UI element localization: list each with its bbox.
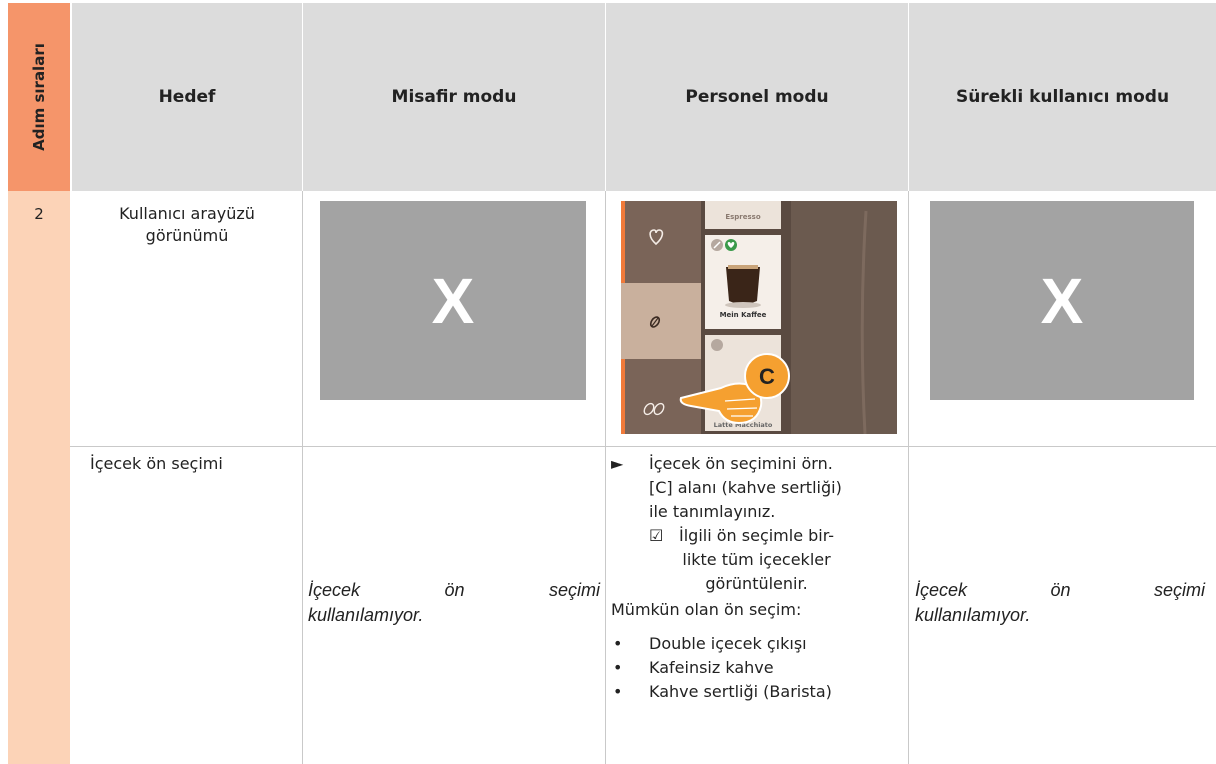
text-word: ön <box>444 580 465 600</box>
instruction-table-page: Adım sıraları 2 Hedef Misafir modu Perso… <box>0 0 1216 764</box>
checkbox-icon: ☑ <box>649 526 664 545</box>
text-line: İçecek ön seçimini örn. <box>649 454 833 473</box>
staff-instructions: ► İçecek ön seçimini örn. [C] alanı (kah… <box>611 452 906 704</box>
callout-letter: C <box>759 364 775 389</box>
text-word: İçecek <box>308 580 361 600</box>
target-ui-view: Kullanıcı arayüzü görünümü <box>72 203 302 247</box>
text-line: likte tüm içecekler <box>682 550 831 569</box>
text-word: seçimi <box>548 580 600 600</box>
bullet: • <box>613 658 623 677</box>
grid-line <box>302 191 303 764</box>
guest-unavailable-text: İçecek ön seçimi kullanılamıyor. <box>308 578 600 628</box>
x-mark: X <box>1040 264 1084 337</box>
text-line: kullanılamıyor. <box>915 605 1031 625</box>
preselection-options: • Double içecek çıkışı • Kafeinsiz kahve… <box>611 632 906 704</box>
header-guest-mode: Misafir modu <box>303 3 605 191</box>
mein-kaffee-label: Mein Kaffee <box>720 311 767 319</box>
step-column-title: Adım sıraları <box>30 43 48 151</box>
header-target: Hedef <box>72 3 302 191</box>
text-line: kullanılamıyor. <box>308 605 424 625</box>
text-word: seçimi <box>1153 580 1205 600</box>
list-item: • Kahve sertliği (Barista) <box>611 680 906 704</box>
step-arrow-icon: ► <box>611 454 624 473</box>
list-item: • Double içecek çıkışı <box>611 632 906 656</box>
grid-line <box>605 191 606 764</box>
text-word: ön <box>1050 580 1071 600</box>
instruction-step: ► İçecek ön seçimini örn. [C] alanı (kah… <box>611 452 906 524</box>
grid-line <box>70 446 1216 447</box>
bullet: • <box>613 634 623 653</box>
espresso-label: Espresso <box>725 213 760 221</box>
continuous-unavailable-text: İçecek ön seçimi kullanılamıyor. <box>915 578 1205 628</box>
possible-preselection-label: Mümkün olan ön seçim: <box>611 600 802 619</box>
target-drink-preselection: İçecek ön seçimi <box>90 454 223 473</box>
text-line: ile tanımlayınız. <box>649 502 776 521</box>
step-text: İçecek ön seçimini örn. [C] alanı (kahve… <box>649 452 842 524</box>
text-line: [C] alanı (kahve sertliği) <box>649 478 842 497</box>
header-continuous-mode: Sürekli kullanıcı modu <box>909 3 1216 191</box>
text-word: İçecek <box>915 580 968 600</box>
x-mark: X <box>431 264 475 337</box>
list-item: • Kafeinsiz kahve <box>611 656 906 680</box>
staff-ui-screenshot: Espresso Mein Kaffee Latte Macchiato C <box>621 201 897 435</box>
text-line: görüntülenir. <box>705 574 808 593</box>
coffee-cup-icon <box>725 265 761 308</box>
continuous-not-available-box: X <box>930 201 1194 400</box>
target-line: Kullanıcı arayüzü <box>119 204 255 223</box>
result-text: İlgili ön seçimle bir- likte tüm içecekl… <box>679 524 834 596</box>
coffee-machine-screen: Espresso Mein Kaffee Latte Macchiato C <box>621 201 897 435</box>
bullet: • <box>613 682 623 701</box>
callout-c: C <box>744 353 790 399</box>
option-text: Kahve sertliği (Barista) <box>649 682 832 701</box>
target-line: görünümü <box>145 226 229 245</box>
option-text: Kafeinsiz kahve <box>649 658 774 677</box>
grid-line <box>908 191 909 764</box>
option-text: Double içecek çıkışı <box>649 634 807 653</box>
text-line: İlgili ön seçimle bir- <box>679 526 835 545</box>
header-staff-mode: Personel modu <box>606 3 908 191</box>
guest-not-available-box: X <box>320 201 586 400</box>
step-number: 2 <box>34 205 44 223</box>
instruction-result: ☑ İlgili ön seçimle bir- likte tüm içece… <box>611 524 906 596</box>
